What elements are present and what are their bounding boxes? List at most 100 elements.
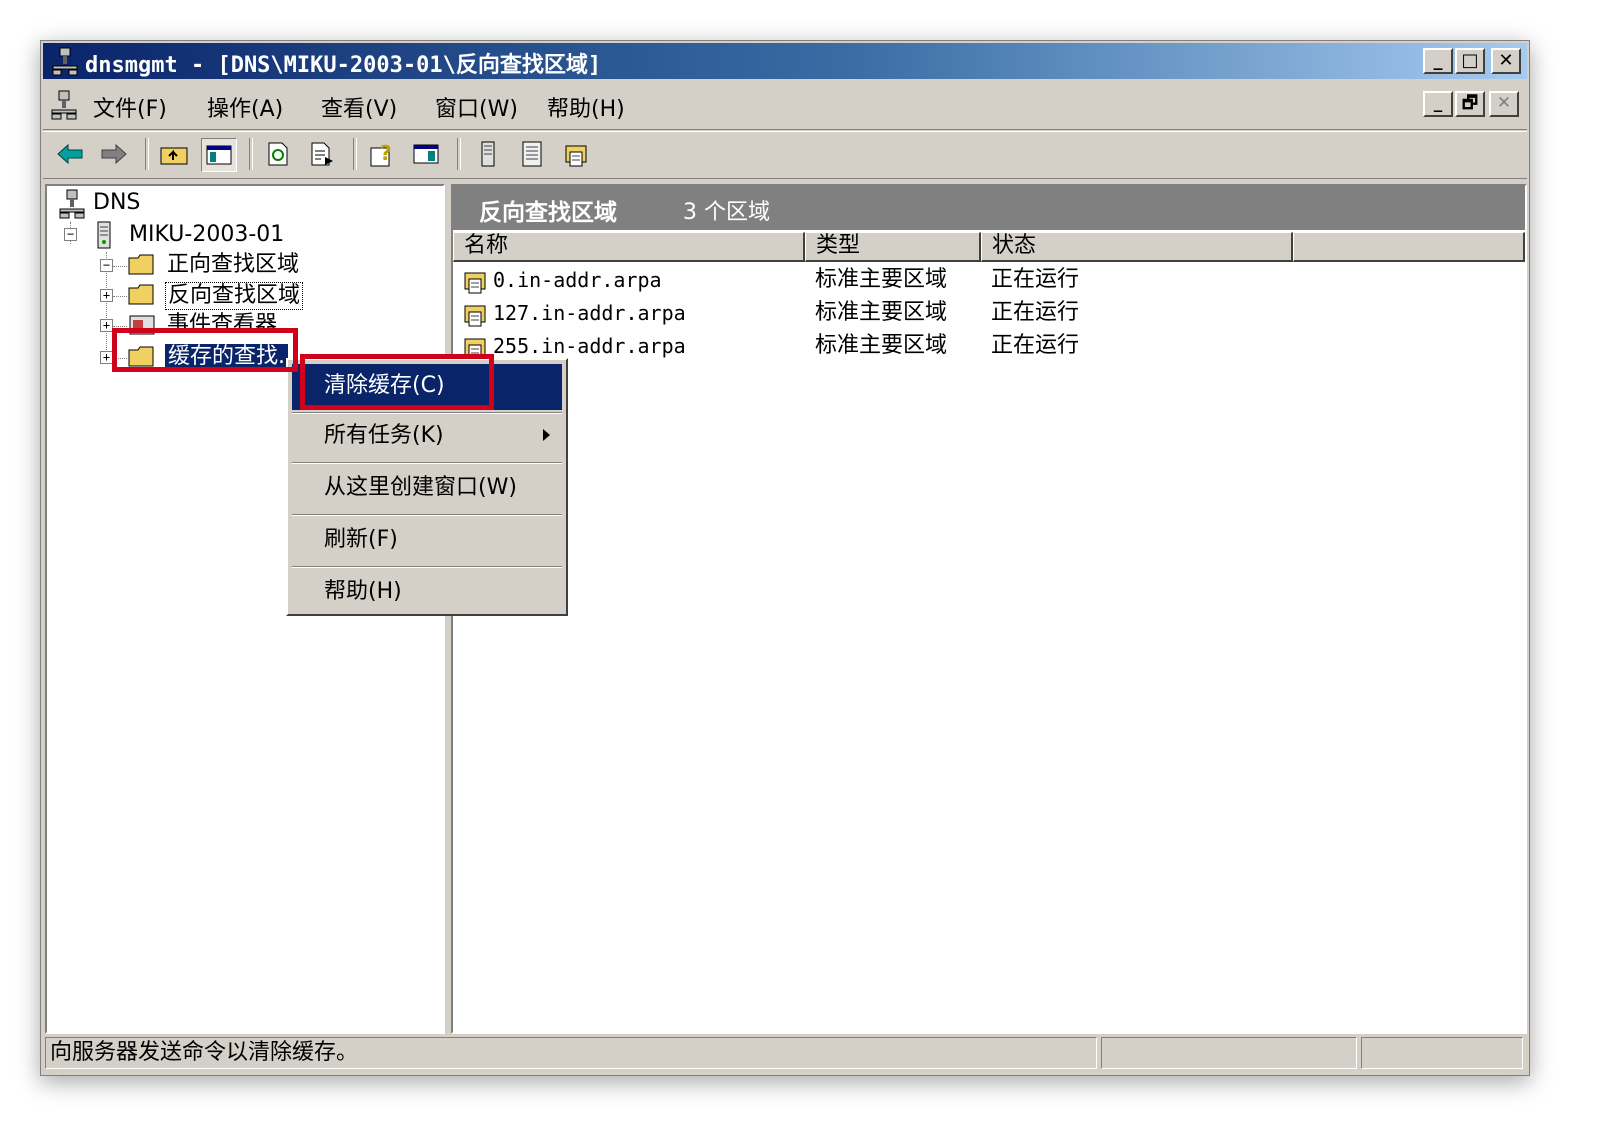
expand-cached-lookups-toggle[interactable]: +	[100, 351, 113, 364]
back-arrow-icon	[57, 143, 83, 165]
forward-button[interactable]	[97, 138, 131, 170]
child-restore-button[interactable]: 🗗	[1455, 91, 1485, 117]
folder-icon	[127, 344, 157, 374]
menu-action[interactable]: 操作(A)	[207, 91, 283, 123]
refresh-button[interactable]	[261, 138, 295, 170]
maximize-button[interactable]: □	[1455, 48, 1485, 74]
zone-type: 标准主要区域	[815, 267, 948, 292]
menu-separator	[292, 514, 562, 516]
tree-line	[113, 266, 127, 267]
menu-item-refresh[interactable]: 刷新(F)	[292, 518, 562, 564]
column-header-empty	[1293, 232, 1525, 262]
new-server-button[interactable]	[471, 138, 505, 170]
table-row[interactable]: 127.in-addr.arpa 标准主要区域 正在运行	[453, 297, 1353, 329]
svg-text:?: ?	[380, 141, 392, 165]
column-header-status[interactable]: 状态	[981, 232, 1293, 262]
menu-item-help[interactable]: 帮助(H)	[292, 570, 562, 616]
submenu-arrow-icon	[543, 429, 550, 441]
tree-line	[113, 296, 127, 297]
zone-status: 正在运行	[991, 267, 1080, 292]
server-icon	[95, 220, 113, 254]
menu-bar: 文件(F) 操作(A) 查看(V) 窗口(W) 帮助(H) _ 🗗 ✕	[43, 81, 1527, 130]
zone-type: 标准主要区域	[815, 333, 948, 358]
tree-node-forward-lookup-zones[interactable]: 正向查找区域	[167, 252, 299, 278]
tree-node-reverse-lookup-zones[interactable]: 反向查找区域	[165, 282, 304, 310]
zone-name: 0.in-addr.arpa	[493, 268, 662, 292]
show-hide-action-pane-button[interactable]	[409, 138, 443, 170]
status-panel-3	[1361, 1037, 1523, 1069]
column-header-type[interactable]: 类型	[805, 232, 981, 262]
tree-node-event-viewer[interactable]: 事件查看器	[167, 312, 277, 338]
action-pane-icon	[413, 144, 439, 164]
zone-type: 标准主要区域	[815, 300, 948, 325]
details-header: 反向查找区域 3 个区域	[453, 186, 1525, 230]
table-row[interactable]: 0.in-addr.arpa 标准主要区域 正在运行	[453, 264, 1353, 296]
menu-file[interactable]: 文件(F)	[93, 91, 167, 123]
column-header-name[interactable]: 名称	[453, 232, 805, 262]
zone-count: 3 个区域	[683, 200, 770, 225]
zone-status: 正在运行	[991, 300, 1080, 325]
menu-separator	[292, 462, 562, 464]
child-minimize-button[interactable]: _	[1423, 91, 1453, 117]
forward-arrow-icon	[101, 143, 127, 165]
toolbar-separator	[457, 138, 461, 170]
help-icon: ?	[370, 141, 392, 167]
export-list-button[interactable]	[305, 138, 339, 170]
tree-node-server[interactable]: MIKU-2003-01	[129, 222, 284, 248]
close-button[interactable]: ✕	[1491, 48, 1521, 74]
minimize-button[interactable]: _	[1423, 48, 1453, 74]
tree-node-dns[interactable]: DNS	[93, 190, 140, 216]
properties-button[interactable]	[515, 138, 549, 170]
menu-item-new-window-from-here[interactable]: 从这里创建窗口(W)	[292, 466, 562, 512]
status-bar: 向服务器发送命令以清除缓存。	[43, 1037, 1527, 1071]
export-list-icon	[311, 142, 333, 166]
menu-item-clear-cache[interactable]: 清除缓存(C)	[292, 364, 562, 410]
tree-node-cached-lookups[interactable]: 缓存的查找.	[165, 344, 288, 370]
all-tasks-label: 所有任务(K)	[324, 423, 444, 448]
collapse-forward-zones-toggle[interactable]: −	[100, 259, 113, 272]
window-title: dnsmgmt - [DNS\MIKU-2003-01\反向查找区域]	[85, 53, 602, 78]
show-hide-tree-button[interactable]	[201, 138, 237, 172]
status-text: 向服务器发送命令以清除缓存。	[45, 1037, 1097, 1069]
console-tree-icon	[206, 145, 232, 165]
toolbar-separator	[353, 138, 357, 170]
expand-reverse-zones-toggle[interactable]: +	[100, 289, 113, 302]
zone-icon	[461, 300, 489, 332]
menu-window[interactable]: 窗口(W)	[435, 91, 518, 123]
back-button[interactable]	[53, 138, 87, 170]
status-panel-2	[1101, 1037, 1357, 1069]
details-title: 反向查找区域	[479, 200, 617, 226]
toolbar-separator	[249, 138, 253, 170]
zone-folder-icon	[565, 145, 587, 167]
menu-separator	[292, 566, 562, 568]
refresh-icon	[268, 142, 288, 166]
toolbar: ?	[43, 131, 1527, 179]
table-row[interactable]: 255.in-addr.arpa 标准主要区域 正在运行	[453, 330, 1353, 362]
zone-status: 正在运行	[991, 333, 1080, 358]
new-zone-button[interactable]	[559, 138, 593, 170]
dns-app-icon	[51, 46, 79, 80]
menu-help[interactable]: 帮助(H)	[547, 91, 625, 123]
tree-line	[113, 358, 127, 359]
dns-root-icon	[57, 188, 87, 224]
server-icon	[481, 141, 495, 167]
child-close-button[interactable]: ✕	[1489, 91, 1519, 117]
folder-icon	[127, 282, 157, 312]
help-button[interactable]: ?	[365, 138, 399, 170]
menu-view[interactable]: 查看(V)	[321, 91, 397, 123]
console-icon[interactable]	[49, 89, 79, 125]
expand-event-viewer-toggle[interactable]: +	[100, 319, 113, 332]
folder-up-icon	[160, 147, 188, 165]
toolbar-separator	[145, 138, 149, 170]
zone-icon	[461, 267, 489, 299]
context-menu: 清除缓存(C) 所有任务(K) 从这里创建窗口(W) 刷新(F) 帮助(H)	[286, 358, 568, 616]
up-one-level-button[interactable]	[157, 138, 191, 170]
menu-item-all-tasks[interactable]: 所有任务(K)	[292, 414, 562, 460]
event-viewer-icon	[127, 312, 157, 342]
main-window: dnsmgmt - [DNS\MIKU-2003-01\反向查找区域] _ □ …	[40, 40, 1530, 1076]
zone-name: 127.in-addr.arpa	[493, 301, 686, 325]
details-pane: 反向查找区域 3 个区域 名称 类型 状态 0.in-addr.arpa 标准主…	[451, 184, 1527, 1034]
document-icon	[522, 141, 542, 167]
title-bar[interactable]: dnsmgmt - [DNS\MIKU-2003-01\反向查找区域] _ □ …	[43, 43, 1527, 79]
collapse-server-toggle[interactable]: −	[64, 228, 77, 241]
